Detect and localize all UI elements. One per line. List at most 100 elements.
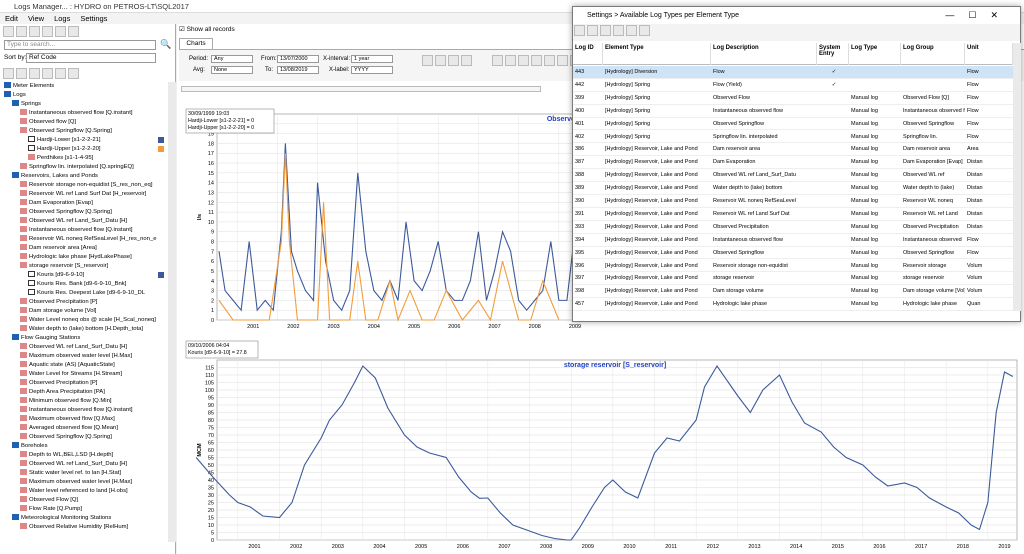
- table-row[interactable]: 400[Hydrology] SpringInstantaneous obser…: [573, 105, 1013, 118]
- tree-node[interactable]: Springs: [12, 100, 41, 108]
- remove-icon[interactable]: [600, 25, 611, 36]
- tree-node[interactable]: Logs: [4, 91, 26, 99]
- tree-node[interactable]: Instantaneous observed flow [Q.instant]: [20, 406, 132, 414]
- first-icon[interactable]: [492, 55, 503, 66]
- column-header[interactable]: Log Group: [901, 43, 965, 65]
- from-date[interactable]: 13/07/2000: [277, 55, 319, 63]
- tree-node[interactable]: Dam Evaporation [Evap]: [20, 199, 93, 207]
- minimize-icon[interactable]: —: [945, 10, 968, 20]
- tree-node[interactable]: storage reservoir [S_reservoir]: [20, 262, 108, 270]
- prev-icon[interactable]: [505, 55, 516, 66]
- tree-node[interactable]: Flow Rate [Q.Pump]: [20, 505, 82, 513]
- column-header[interactable]: Log Description: [711, 43, 817, 65]
- align-icon[interactable]: [557, 55, 568, 66]
- tree-node[interactable]: Flow Gauging Stations: [12, 334, 80, 342]
- sort-select[interactable]: Ref Code: [26, 53, 156, 63]
- table-row[interactable]: 397[Hydrology] Reservoir, Lake and Ponds…: [573, 272, 1013, 285]
- table-row[interactable]: 457[Hydrology] Reservoir, Lake and PondH…: [573, 298, 1013, 311]
- column-header[interactable]: Element Type: [603, 43, 711, 65]
- table-row[interactable]: 391[Hydrology] Reservoir, Lake and PondR…: [573, 208, 1013, 221]
- tree-node[interactable]: Observed Relative Humidity [RelHum]: [20, 523, 128, 531]
- export-icon[interactable]: [55, 26, 66, 37]
- checkbox[interactable]: [28, 289, 35, 295]
- tree-node[interactable]: Springflow lin. interpolated [Q.springEQ…: [20, 163, 134, 171]
- edit-icon[interactable]: [16, 26, 27, 37]
- menu-edit[interactable]: Edit: [0, 13, 23, 24]
- maximize-icon[interactable]: ☐: [968, 10, 990, 20]
- table-row[interactable]: 398[Hydrology] Reservoir, Lake and PondD…: [573, 285, 1013, 298]
- timeline-slider[interactable]: [181, 86, 541, 92]
- tree-node[interactable]: Maximum observed water level [H.Max]: [20, 478, 132, 486]
- checkbox[interactable]: [28, 145, 35, 151]
- new-icon[interactable]: [3, 26, 14, 37]
- table-row[interactable]: 386[Hydrology] Reservoir, Lake and PondD…: [573, 143, 1013, 156]
- tree-node[interactable]: Minimum observed flow [Q.Min]: [20, 397, 112, 405]
- tree-node[interactable]: Observed Precipitation [P]: [20, 298, 97, 306]
- tree-node[interactable]: Observed WL ref Land_Surf_Datu [H]: [20, 343, 127, 351]
- tree-node[interactable]: Water Level noneq obs @ scale [H_Scal_no…: [20, 316, 156, 324]
- expand-icon[interactable]: [3, 68, 14, 79]
- save-icon[interactable]: [626, 25, 637, 36]
- copy-icon[interactable]: [613, 25, 624, 36]
- to-date[interactable]: 13/08/2019: [277, 66, 319, 74]
- tree-node[interactable]: Dam storage volume [Vol]: [20, 307, 96, 315]
- tree-node[interactable]: Kouris Res. Deepest Lake [d9-6-9-10_DL: [28, 289, 145, 297]
- table-row[interactable]: 402[Hydrology] SpringSpringflow lin. int…: [573, 131, 1013, 144]
- tree-node[interactable]: Observed Springflow [Q.Spring]: [20, 127, 112, 135]
- tree-node[interactable]: Depth to WL,BEL,LSD [H.depth]: [20, 451, 113, 459]
- tree-node[interactable]: Boreholes: [12, 442, 48, 450]
- tree-node[interactable]: Observed Springflow [Q.Spring]: [20, 208, 112, 216]
- table-row[interactable]: 390[Hydrology] Reservoir, Lake and PondR…: [573, 195, 1013, 208]
- zoom-fit-icon[interactable]: [448, 55, 459, 66]
- menu-logs[interactable]: Logs: [49, 13, 75, 24]
- table-row[interactable]: 442[Hydrology] SpringFlow (Yield)✓Flow: [573, 79, 1013, 92]
- tree-node[interactable]: Maximum observed water level [H.Max]: [20, 352, 132, 360]
- tree-node[interactable]: Reservoir WL ref Land Surf Dat [H_reserv…: [20, 190, 146, 198]
- tree-node[interactable]: Reservoirs, Lakes and Ponds: [12, 172, 98, 180]
- undo-icon[interactable]: [639, 25, 650, 36]
- tree-scrollbar[interactable]: [168, 82, 176, 542]
- import-icon[interactable]: [42, 26, 53, 37]
- xinterval-select[interactable]: 1 year: [351, 55, 393, 63]
- table-row[interactable]: 396[Hydrology] Reservoir, Lake and PondR…: [573, 260, 1013, 273]
- tree-node[interactable]: Depth Area Precipitation [PA]: [20, 388, 105, 396]
- tree-node[interactable]: Water Level for Streams [H.Stream]: [20, 370, 122, 378]
- settings-icon[interactable]: [68, 68, 79, 79]
- tree-node[interactable]: Kouris [d9-6-9-10]: [28, 271, 84, 279]
- tree-node[interactable]: Instantaneous observed flow [Q.instant]: [20, 226, 132, 234]
- tree-node[interactable]: Observed WL ref Land_Surf_Datu [H]: [20, 460, 127, 468]
- bar-chart-icon[interactable]: [461, 55, 472, 66]
- period-select[interactable]: Any: [211, 55, 253, 63]
- tree-node[interactable]: Observed Precipitation [P]: [20, 379, 97, 387]
- collapse-icon[interactable]: [16, 68, 27, 79]
- tree-node[interactable]: Averaged observed flow [Q.Mean]: [20, 424, 118, 432]
- table-row[interactable]: 443[Hydrology] DiversionFlow✓Flow: [573, 66, 1013, 79]
- tree-node[interactable]: Hardji-Upper [s1-2-2-20]: [28, 145, 101, 153]
- avg-select[interactable]: None: [211, 66, 253, 74]
- table-row[interactable]: 399[Hydrology] SpringObserved FlowManual…: [573, 92, 1013, 105]
- tree-node[interactable]: Observed Springflow [Q.Spring]: [20, 433, 112, 441]
- grid-icon[interactable]: [42, 68, 53, 79]
- show-all-checkbox[interactable]: ☑ Show all records: [179, 25, 235, 33]
- edit-icon[interactable]: [587, 25, 598, 36]
- table-row[interactable]: 389[Hydrology] Reservoir, Lake and PondW…: [573, 182, 1013, 195]
- tree-node[interactable]: Aquatic state (AS) [AquaticState]: [20, 361, 115, 369]
- tree-node[interactable]: Hydrologic lake phase [HydLakePhase]: [20, 253, 132, 261]
- tree-node[interactable]: Observed WL ref Land_Surf_Datu [H]: [20, 217, 127, 225]
- tab-charts[interactable]: Charts: [179, 38, 213, 49]
- tree-node[interactable]: Instantaneous observed flow [Q.instant]: [20, 109, 132, 117]
- next-icon[interactable]: [518, 55, 529, 66]
- tree-node[interactable]: Perdhikes [s1-1-4-95]: [28, 154, 93, 162]
- tree-node[interactable]: Observed Flow [Q]: [20, 496, 78, 504]
- checkbox[interactable]: [28, 136, 35, 142]
- column-header[interactable]: Unit: [965, 43, 1013, 65]
- tree-node[interactable]: Maximum observed flow [Q.Max]: [20, 415, 115, 423]
- tree-node[interactable]: Water depth to (lake) bottom [H.Depth_to…: [20, 325, 143, 333]
- search-icon[interactable]: 🔍: [160, 39, 171, 50]
- checkbox[interactable]: [28, 280, 35, 286]
- chart-icon[interactable]: [55, 68, 66, 79]
- tree-node[interactable]: Water level referenced to land [H.obs]: [20, 487, 128, 495]
- delete-icon[interactable]: [29, 26, 40, 37]
- cursor-icon[interactable]: [544, 55, 555, 66]
- column-header[interactable]: Log ID: [573, 43, 603, 65]
